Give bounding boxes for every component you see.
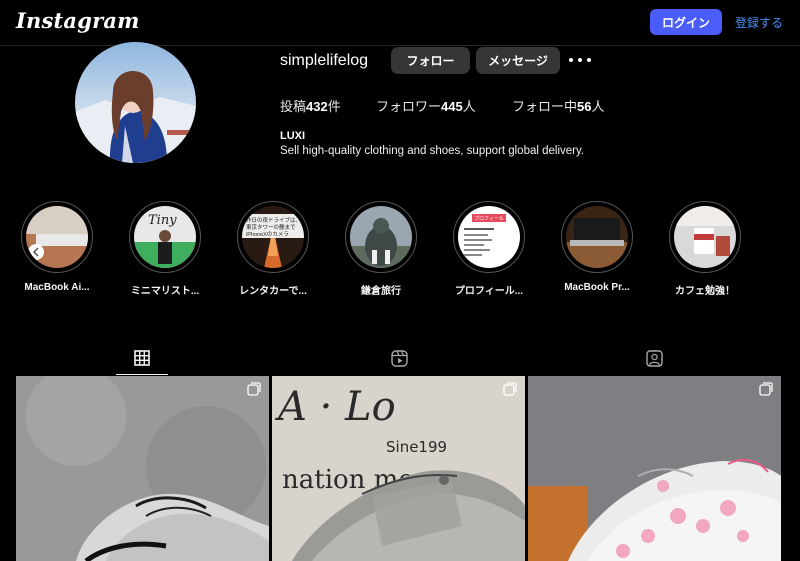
post-overlay-text: A · Lo <box>274 384 396 430</box>
highlight-label: レンタカーで... <box>239 286 307 297</box>
login-button[interactable]: ログイン <box>650 9 722 35</box>
post-thumbnail[interactable] <box>16 376 269 561</box>
tab-reels[interactable] <box>373 342 425 374</box>
svg-text:東京タワーの麓まで: 東京タワーの麓まで <box>246 223 296 231</box>
followers-number: 445 <box>441 99 463 114</box>
highlight-label: MacBook Ai... <box>24 282 90 293</box>
highlight-thumbnail <box>566 206 628 268</box>
message-button[interactable]: メッセージ <box>476 47 560 74</box>
highlight-item[interactable]: 鎌倉旅行 <box>327 201 435 297</box>
followers-count[interactable]: フォロワー445人 <box>376 96 476 115</box>
followers-prefix: フォロワー <box>376 99 442 114</box>
svg-text:iPhoneXのカメラ: iPhoneXのカメラ <box>246 231 289 238</box>
follow-button[interactable]: フォロー <box>391 47 470 74</box>
tagged-icon <box>645 349 663 367</box>
highlight-label: カフェ勉強！ <box>675 286 735 297</box>
profile-tabs <box>16 342 781 375</box>
posts-suffix: 件 <box>327 99 341 114</box>
highlight-thumbnail <box>350 206 412 268</box>
highlight-item[interactable]: MacBook Ai... <box>3 201 111 293</box>
highlight-item[interactable]: MacBook Pr... <box>543 201 651 293</box>
tab-tagged[interactable] <box>628 342 680 374</box>
following-prefix: フォロー中 <box>512 99 578 114</box>
bio-name: LUXI <box>280 130 306 142</box>
highlight-label: プロフィール... <box>454 286 524 297</box>
followers-suffix: 人 <box>462 99 476 114</box>
highlight-label: MacBook Pr... <box>564 282 630 293</box>
svg-text:プロフィール: プロフィール <box>474 216 504 222</box>
profile-avatar <box>75 42 196 163</box>
highlight-item[interactable]: カフェ勉強！ <box>651 201 759 297</box>
highlight-item[interactable]: Tiny ミニマリスト... <box>111 201 219 297</box>
highlight-thumbnail <box>26 206 88 268</box>
posts-count: 投稿432件 <box>280 96 341 115</box>
highlight-thumbnail <box>674 206 736 268</box>
post-thumbnail[interactable] <box>528 376 781 561</box>
highlight-label: ミニマリスト... <box>130 286 200 297</box>
profile-username: simplelifelog <box>280 52 369 69</box>
highlight-item[interactable]: プロフィール プロフィール... <box>435 201 543 297</box>
multiple-images-icon <box>503 382 517 396</box>
highlight-thumbnail: 昨日の夜ドライブは、 東京タワーの麓まで iPhoneXのカメラ <box>242 206 304 268</box>
highlight-label: 鎌倉旅行 <box>361 286 401 297</box>
svg-text:昨日の夜ドライブは、: 昨日の夜ドライブは、 <box>246 216 301 224</box>
following-suffix: 人 <box>591 99 605 114</box>
grid-icon <box>134 350 150 366</box>
post-thumbnail[interactable]: A · Lo Sine199 nation mo <box>272 376 525 561</box>
top-navbar: Instagram ログイン 登録する <box>0 0 800 46</box>
following-count[interactable]: フォロー中56人 <box>512 96 605 115</box>
more-options-icon[interactable] <box>569 52 591 68</box>
post-overlay-text: Sine199 <box>386 438 447 456</box>
instagram-logo[interactable]: Instagram <box>16 8 140 33</box>
reels-icon <box>390 349 408 367</box>
highlight-thumbnail: Tiny <box>134 206 196 268</box>
highlight-item[interactable]: 昨日の夜ドライブは、 東京タワーの麓まで iPhoneXのカメラ レンタカーで.… <box>219 201 327 297</box>
multiple-images-icon <box>247 382 261 396</box>
signup-link[interactable]: 登録する <box>735 14 783 31</box>
highlight-thumbnail: プロフィール <box>458 206 520 268</box>
tab-posts[interactable] <box>116 342 168 375</box>
posts-number: 432 <box>306 99 328 114</box>
posts-prefix: 投稿 <box>280 99 307 114</box>
following-number: 56 <box>577 99 592 114</box>
bio-text: Sell high-quality clothing and shoes, su… <box>280 145 585 157</box>
multiple-images-icon <box>759 382 773 396</box>
svg-text:Tiny: Tiny <box>148 213 177 228</box>
